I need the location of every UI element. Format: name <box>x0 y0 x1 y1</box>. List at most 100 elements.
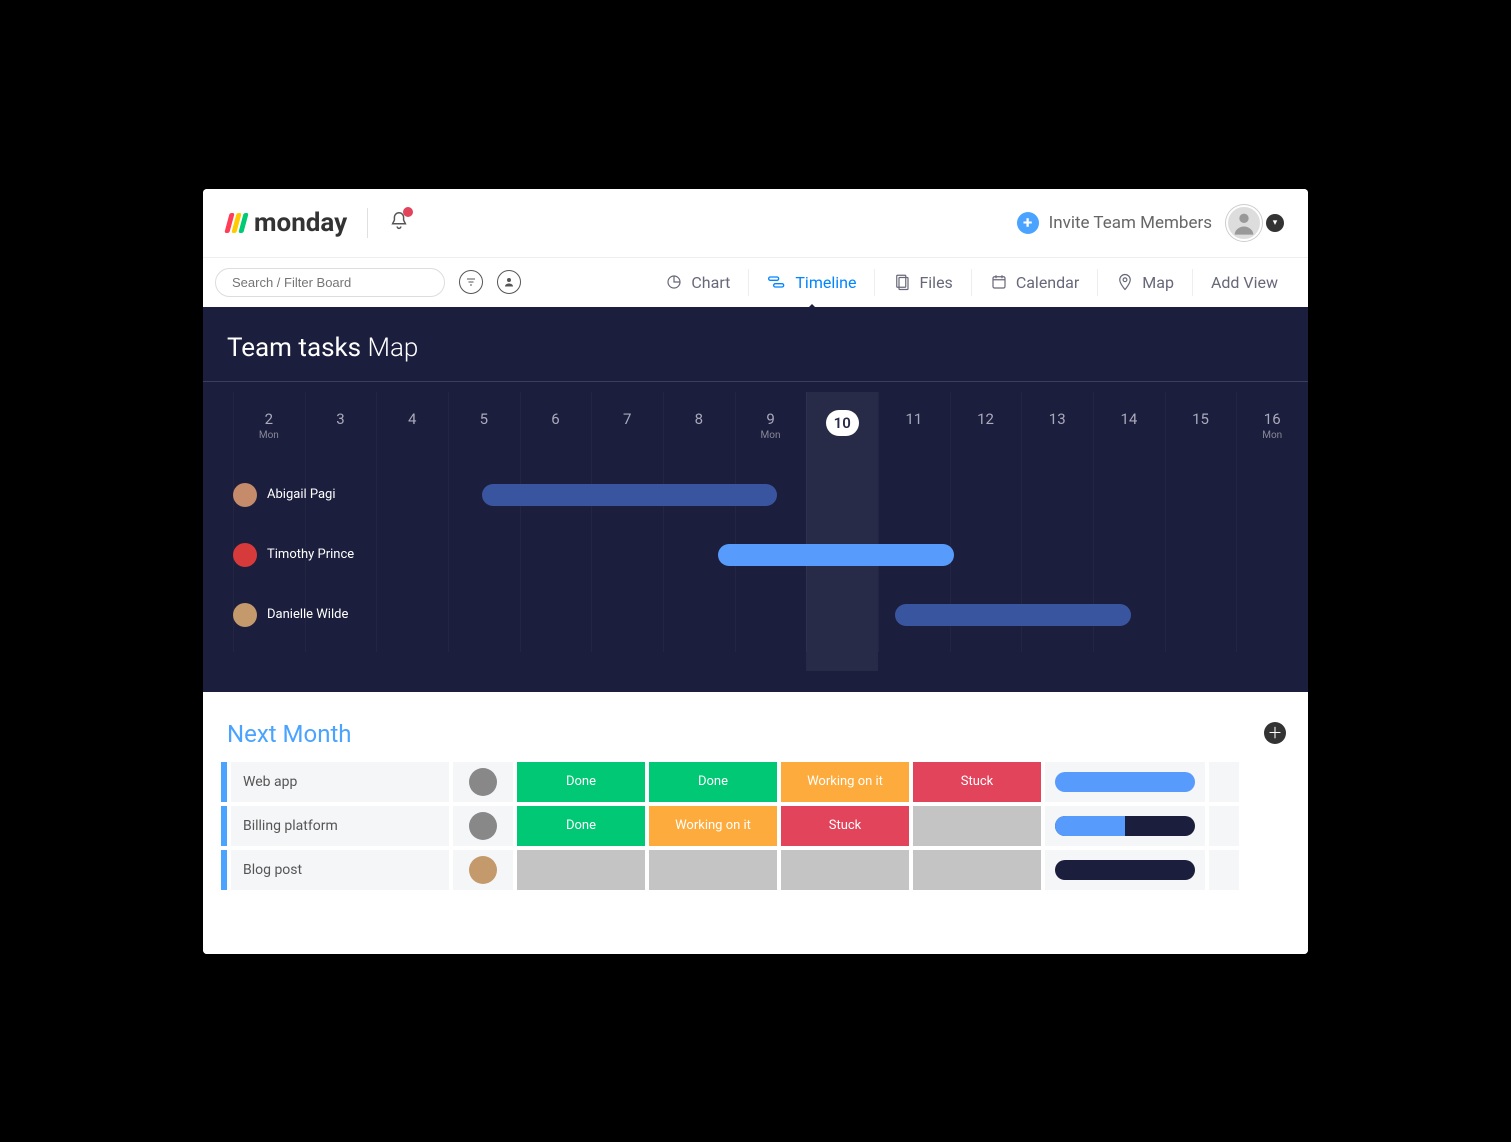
tab-label: Chart <box>691 273 730 292</box>
files-icon <box>893 273 911 291</box>
header-divider <box>367 208 368 238</box>
tab-label: Calendar <box>1016 273 1079 292</box>
tab-chart[interactable]: Chart <box>647 269 748 296</box>
owner-avatar <box>469 768 497 796</box>
group-title[interactable]: Next Month <box>227 720 1290 748</box>
item-name[interactable]: Billing platform <box>231 806 449 846</box>
board-section: Next Month ＋ Web appDoneDoneWorking on i… <box>203 692 1308 954</box>
date-column: 9 Mon <box>735 392 807 441</box>
owner-cell[interactable] <box>453 806 513 846</box>
tab-files[interactable]: Files <box>874 269 970 296</box>
date-number: 2 <box>233 410 305 428</box>
gantt-bar[interactable] <box>482 484 777 506</box>
search-input[interactable] <box>215 268 445 297</box>
timeline-icon <box>767 273 787 291</box>
chart-icon <box>665 273 683 291</box>
tab-map[interactable]: Map <box>1097 269 1192 296</box>
status-cell[interactable] <box>649 850 777 890</box>
plus-icon: ＋ <box>1267 722 1282 743</box>
filter-icon <box>465 276 477 288</box>
notifications-button[interactable] <box>388 210 410 236</box>
gantt-row: Abigail Pagi <box>203 465 1308 525</box>
date-number: 3 <box>305 410 377 428</box>
date-number: 8 <box>663 410 735 428</box>
timeline-grid: 2Mon3456789Mon10111213141516Mon Abigail … <box>203 392 1308 652</box>
board-row: Web appDoneDoneWorking on itStuck <box>221 762 1290 802</box>
title-light: Map <box>367 333 418 363</box>
date-number: 9 <box>735 410 807 428</box>
timeline-title: Team tasks Map <box>203 307 1308 382</box>
row-tail <box>1209 850 1239 890</box>
date-number: 12 <box>950 410 1022 428</box>
status-cell[interactable]: Done <box>649 762 777 802</box>
status-cell[interactable]: Working on it <box>781 762 909 802</box>
assignee-name: Danielle Wilde <box>267 607 348 622</box>
date-number: 6 <box>520 410 592 428</box>
header-left: monday <box>227 208 410 238</box>
assignee-avatar <box>233 603 257 627</box>
status-cell[interactable]: Working on it <box>649 806 777 846</box>
owner-cell[interactable] <box>453 850 513 890</box>
invite-button[interactable]: + Invite Team Members <box>1017 212 1212 234</box>
assignee[interactable]: Timothy Prince <box>233 543 423 567</box>
status-cell[interactable]: Stuck <box>781 806 909 846</box>
date-column: 14 <box>1093 392 1165 441</box>
gantt-track <box>423 484 1308 506</box>
person-icon <box>503 276 515 288</box>
date-number: 14 <box>1093 410 1165 428</box>
add-item-button[interactable]: ＋ <box>1264 722 1286 744</box>
person-filter-button[interactable] <box>497 270 521 294</box>
group-color-bar <box>221 806 227 846</box>
tab-timeline[interactable]: Timeline <box>748 269 874 296</box>
date-column: 6 <box>520 392 592 441</box>
view-tabs: Chart Timeline Files Calendar Map Add Vi… <box>647 269 1296 296</box>
logo[interactable]: monday <box>227 208 347 238</box>
status-cell[interactable]: Done <box>517 806 645 846</box>
filter-button[interactable] <box>459 270 483 294</box>
app-window: monday + Invite Team Members ▾ <box>203 189 1308 954</box>
toolbar-left <box>215 268 521 297</box>
status-cell[interactable] <box>781 850 909 890</box>
user-avatar <box>1226 205 1262 241</box>
tab-calendar[interactable]: Calendar <box>971 269 1097 296</box>
date-day: Mon <box>735 430 807 441</box>
timeline-cell[interactable] <box>1045 806 1205 846</box>
date-column: 11 <box>878 392 950 441</box>
group-color-bar <box>221 762 227 802</box>
date-column: 16Mon <box>1236 392 1308 441</box>
date-column: 3 <box>305 392 377 441</box>
timeline-date-header: 2Mon3456789Mon10111213141516Mon <box>203 392 1308 441</box>
date-day: Mon <box>1236 430 1308 441</box>
item-name[interactable]: Web app <box>231 762 449 802</box>
chevron-down-icon: ▾ <box>1266 214 1284 232</box>
gantt-bar[interactable] <box>895 604 1131 626</box>
date-column: 8 <box>663 392 735 441</box>
user-menu[interactable]: ▾ <box>1226 205 1284 241</box>
date-day: Mon <box>233 430 305 441</box>
group-color-bar <box>221 850 227 890</box>
assignee-avatar <box>233 543 257 567</box>
gantt-track <box>423 544 1308 566</box>
assignee-name: Timothy Prince <box>267 547 354 562</box>
status-cell[interactable] <box>913 806 1041 846</box>
owner-cell[interactable] <box>453 762 513 802</box>
board-table: Web appDoneDoneWorking on itStuckBilling… <box>221 762 1290 890</box>
status-cell[interactable] <box>517 850 645 890</box>
assignee[interactable]: Danielle Wilde <box>233 603 423 627</box>
notification-badge <box>403 207 413 217</box>
date-column: 4 <box>376 392 448 441</box>
app-header: monday + Invite Team Members ▾ <box>203 189 1308 257</box>
assignee[interactable]: Abigail Pagi <box>233 483 423 507</box>
item-name[interactable]: Blog post <box>231 850 449 890</box>
date-column: 5 <box>448 392 520 441</box>
tab-label: Files <box>919 273 952 292</box>
timeline-cell[interactable] <box>1045 762 1205 802</box>
timeline-cell[interactable] <box>1045 850 1205 890</box>
status-cell[interactable]: Stuck <box>913 762 1041 802</box>
tab-add-view[interactable]: Add View <box>1192 269 1296 296</box>
tab-label: Timeline <box>795 273 856 292</box>
status-cell[interactable]: Done <box>517 762 645 802</box>
gantt-bar[interactable] <box>718 544 954 566</box>
owner-avatar <box>469 812 497 840</box>
status-cell[interactable] <box>913 850 1041 890</box>
